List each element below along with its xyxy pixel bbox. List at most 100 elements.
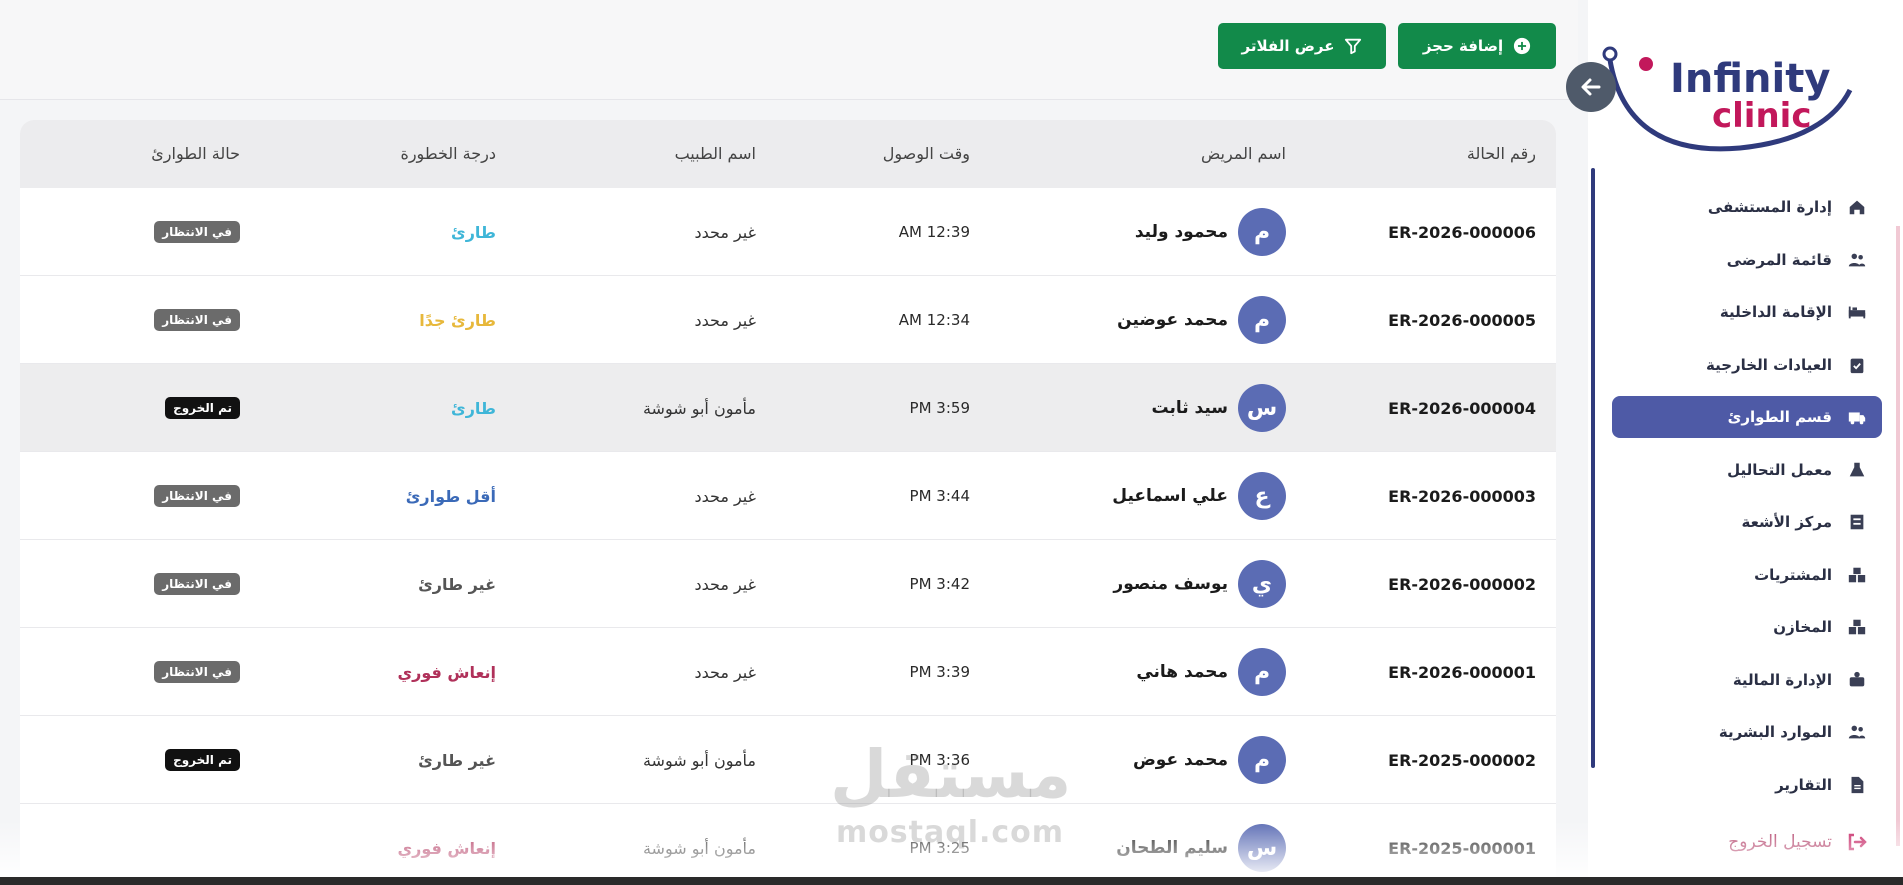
- boxes-icon: [1846, 616, 1868, 638]
- status-cell: في الانتظار: [154, 540, 240, 628]
- patient-cell: س سليم الطحان: [1116, 804, 1286, 885]
- status-badge: تم الخروج: [165, 749, 240, 771]
- home-icon: [1846, 196, 1868, 218]
- avatar: س: [1238, 824, 1286, 872]
- avatar: م: [1238, 648, 1286, 696]
- patient-name: محمد عوض: [1132, 750, 1228, 770]
- table-row[interactable]: ER-2026-000004 س سيد ثابت PM 3:59 مأمون أبو …: [20, 364, 1556, 452]
- sidebar-item-9[interactable]: الإدارة المالية: [1612, 659, 1882, 701]
- case-number: ER-2026-000001: [1388, 662, 1536, 682]
- add-booking-label: إضافة حجز: [1422, 37, 1504, 55]
- status-badge: في الانتظار: [154, 573, 240, 595]
- table-row[interactable]: ER-2026-000005 م محمد عوضين AM 12:34 غير محد…: [20, 276, 1556, 364]
- header-case-no[interactable]: رقم الحالة: [1467, 144, 1536, 163]
- bed-icon: [1846, 301, 1868, 323]
- avatar: ي: [1238, 560, 1286, 608]
- sidebar-item-1[interactable]: قائمة المرضى: [1612, 239, 1882, 281]
- sidebar-item-label: إدارة المستشفى: [1707, 198, 1832, 216]
- severity-level: طارئ: [451, 398, 496, 418]
- sidebar-item-3[interactable]: العيادات الخارجية: [1612, 344, 1882, 386]
- main-content: إضافة حجز عرض الفلاتر رقم الحالة اسم الم…: [0, 0, 1578, 885]
- avatar: س: [1238, 384, 1286, 432]
- status-cell: تم الخروج: [165, 364, 240, 452]
- case-number: ER-2026-000004: [1388, 398, 1536, 418]
- patient-cell: م محمد هاني: [1136, 628, 1286, 716]
- sidebar-item-0[interactable]: إدارة المستشفى: [1612, 186, 1882, 228]
- infinity-clinic-logo: Infinity clinic: [1602, 46, 1853, 152]
- report-icon: [1846, 774, 1868, 796]
- table-row[interactable]: ER-2026-000003 ع علي اسماعيل PM 3:44 غير محد…: [20, 452, 1556, 540]
- boxes-icon: [1846, 564, 1868, 586]
- sidebar-item-10[interactable]: الموارد البشرية: [1612, 711, 1882, 753]
- severity-level: غير طارئ: [418, 574, 496, 594]
- sidebar-item-11[interactable]: التقارير: [1612, 764, 1882, 806]
- header-patient[interactable]: اسم المريض: [1201, 144, 1286, 163]
- severity-level: إنعاش فوري: [397, 662, 496, 682]
- severity-level: غير طارئ: [418, 750, 496, 770]
- filter-icon: [1345, 38, 1362, 55]
- arrival-time: PM 3:25: [909, 839, 970, 857]
- patient-cell: س سيد ثابت: [1151, 364, 1286, 452]
- severity-level: أقل طوارئ: [405, 486, 496, 506]
- app-window: إضافة حجز عرض الفلاتر رقم الحالة اسم الم…: [0, 0, 1903, 885]
- clipboard-check-icon: [1846, 354, 1868, 376]
- case-number: ER-2025-000001: [1388, 838, 1536, 858]
- status-cell: تم الخروج: [165, 716, 240, 804]
- case-number: ER-2026-000006: [1388, 222, 1536, 242]
- sidebar-scrollbar[interactable]: [1591, 168, 1595, 768]
- table-header: رقم الحالة اسم المريض وقت الوصول اسم الط…: [20, 120, 1556, 188]
- show-filters-button[interactable]: عرض الفلاتر: [1218, 23, 1386, 69]
- add-booking-button[interactable]: إضافة حجز: [1398, 23, 1556, 69]
- collapse-sidebar-button[interactable]: [1566, 62, 1616, 112]
- sidebar-item-8[interactable]: المخازن: [1612, 606, 1882, 648]
- severity-level: طارئ: [451, 222, 496, 242]
- table-row[interactable]: ER-2026-000002 ي يوسف منصور PM 3:42 غير محدد…: [20, 540, 1556, 628]
- sidebar-item-6[interactable]: مركز الأشعة: [1612, 501, 1882, 543]
- sidebar-item-5[interactable]: معمل التحاليل: [1612, 449, 1882, 491]
- patient-cell: م محمود وليد: [1135, 188, 1286, 276]
- table-row[interactable]: ER-2026-000001 م محمد هاني PM 3:39 غير محدد إ…: [20, 628, 1556, 716]
- case-number: ER-2025-000002: [1388, 750, 1536, 770]
- header-arrival[interactable]: وقت الوصول: [883, 144, 970, 163]
- patient-name: محمود وليد: [1134, 222, 1228, 242]
- doctor-name: مأمون أبو شوشة: [642, 838, 756, 858]
- show-filters-label: عرض الفلاتر: [1241, 37, 1335, 55]
- avatar: م: [1238, 296, 1286, 344]
- taskbar-strip: [0, 877, 1903, 885]
- patient-cell: م محمد عوضين: [1117, 276, 1286, 364]
- avatar: ع: [1238, 472, 1286, 520]
- money-icon: [1846, 669, 1868, 691]
- status-badge: في الانتظار: [154, 485, 240, 507]
- header-doctor[interactable]: اسم الطبيب: [675, 144, 756, 163]
- case-number: ER-2026-000003: [1388, 486, 1536, 506]
- sidebar-item-4[interactable]: قسم الطوارئ: [1612, 396, 1882, 438]
- table-row[interactable]: ER-2025-000001 س سليم الطحان PM 3:25 مأمون أ…: [20, 804, 1556, 885]
- arrival-time: PM 3:39: [909, 663, 970, 681]
- sidebar-item-label: الإدارة المالية: [1732, 670, 1832, 689]
- sidebar-item-7[interactable]: المشتريات: [1612, 554, 1882, 596]
- arrival-time: AM 12:39: [898, 223, 970, 241]
- sidebar-item-label: الإقامة الداخلية: [1719, 303, 1832, 321]
- patient-cell: ي يوسف منصور: [1113, 540, 1286, 628]
- toolbar: إضافة حجز عرض الفلاتر: [0, 0, 1578, 100]
- table-row[interactable]: ER-2026-000006 م محمود وليد AM 12:39 غير محد…: [20, 188, 1556, 276]
- arrival-time: PM 3:44: [909, 487, 970, 505]
- arrival-time: AM 12:34: [898, 311, 970, 329]
- header-status[interactable]: حالة الطوارئ: [151, 144, 240, 163]
- table-row[interactable]: ER-2025-000002 م محمد عوض PM 3:36 مأمون أبو …: [20, 716, 1556, 804]
- status-cell: في الانتظار: [154, 188, 240, 276]
- logout-icon: [1848, 833, 1867, 851]
- avatar: م: [1238, 208, 1286, 256]
- logout-button[interactable]: تسجيل الخروج: [1590, 822, 1890, 862]
- status-badge: في الانتظار: [154, 309, 240, 331]
- patient-cell: م محمد عوض: [1133, 716, 1286, 804]
- xray-icon: [1846, 511, 1868, 533]
- severity-level: إنعاش فوري: [397, 838, 496, 858]
- sidebar-item-2[interactable]: الإقامة الداخلية: [1612, 291, 1882, 333]
- doctor-name: غير محدد: [694, 486, 756, 506]
- sidebar-item-label: المشتريات: [1754, 565, 1832, 584]
- arrival-time: PM 3:42: [909, 575, 970, 593]
- case-number: ER-2026-000002: [1388, 574, 1536, 594]
- header-severity[interactable]: درجة الخطورة: [400, 144, 496, 163]
- patient-name: علي اسماعيل: [1112, 486, 1228, 506]
